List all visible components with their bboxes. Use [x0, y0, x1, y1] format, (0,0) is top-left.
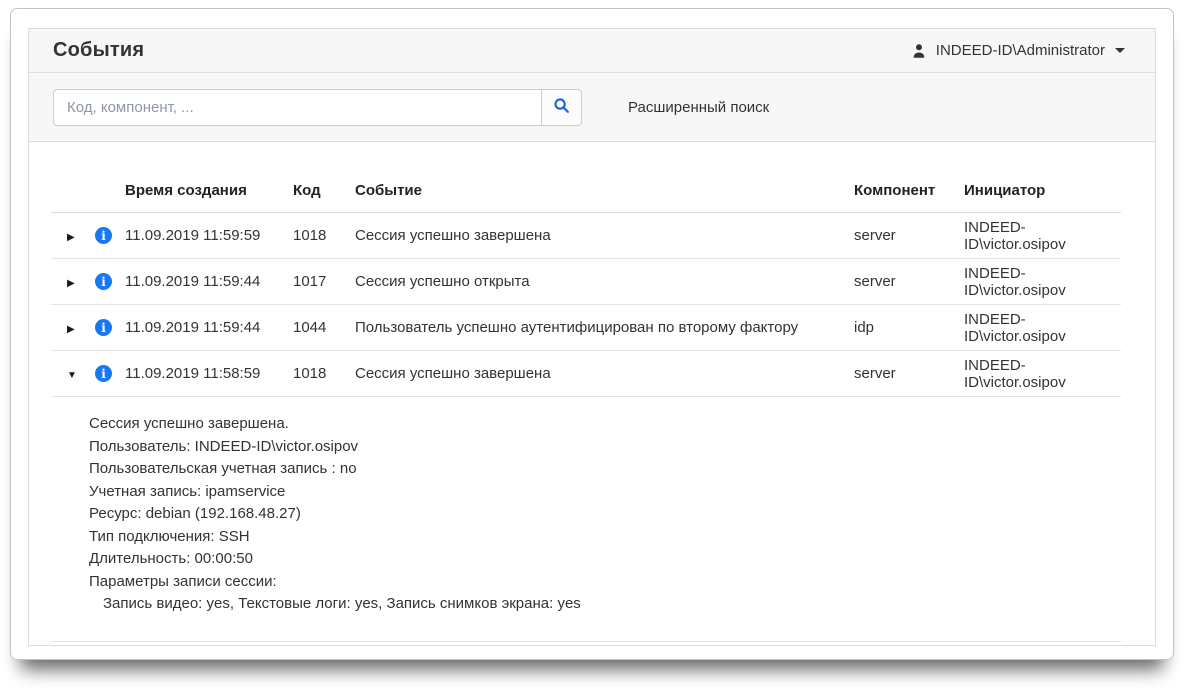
table-row: 11.09.2019 11:58:59 1018 Сессия успешно … [51, 351, 1121, 397]
cell-event: Сессия успешно завершена [355, 227, 854, 244]
app-window: События INDEED-ID\Administrator [10, 8, 1174, 660]
detail-line: Пользователь: INDEED-ID\victor.osipov [89, 436, 1121, 459]
cell-event: Сессия успешно открыта [355, 273, 854, 290]
cell-code: 1017 [293, 273, 355, 290]
info-icon[interactable] [95, 319, 112, 336]
expand-arrow-icon[interactable] [67, 278, 75, 289]
user-menu[interactable]: INDEED-ID\Administrator [910, 42, 1125, 60]
cell-component: server [854, 227, 964, 244]
event-detail: Сессия успешно завершена.Пользователь: I… [51, 397, 1121, 642]
col-header-code: Код [293, 182, 355, 199]
info-icon[interactable] [95, 365, 112, 382]
cell-component: server [854, 273, 964, 290]
cell-component: server [854, 365, 964, 382]
col-header-event: Событие [355, 182, 854, 199]
cell-initiator: INDEED-ID\victor.osipov [964, 357, 1121, 391]
detail-line: Длительность: 00:00:50 [89, 548, 1121, 571]
detail-line: Сессия успешно завершена. [89, 413, 1121, 436]
cell-code: 1018 [293, 227, 355, 244]
user-icon [910, 42, 928, 60]
page-header: События INDEED-ID\Administrator [29, 29, 1155, 73]
search-button[interactable] [541, 89, 582, 126]
table-header: Время создания Код Событие Компонент Ини… [51, 169, 1121, 213]
user-menu-label: INDEED-ID\Administrator [936, 42, 1105, 59]
cell-initiator: INDEED-ID\victor.osipov [964, 219, 1121, 253]
cell-component: idp [854, 319, 964, 336]
cell-time: 11.09.2019 11:59:44 [125, 273, 293, 290]
detail-line: Тип подключения: SSH [89, 526, 1121, 549]
events-table: Время создания Код Событие Компонент Ини… [29, 142, 1155, 642]
expand-arrow-icon[interactable] [67, 324, 75, 335]
detail-line: Пользовательская учетная запись : no [89, 458, 1121, 481]
advanced-search-link[interactable]: Расширенный поиск [628, 99, 769, 116]
cell-initiator: INDEED-ID\victor.osipov [964, 265, 1121, 299]
events-panel: События INDEED-ID\Administrator [28, 28, 1156, 646]
expand-arrow-icon[interactable] [67, 232, 75, 243]
cell-initiator: INDEED-ID\victor.osipov [964, 311, 1121, 345]
cell-time: 11.09.2019 11:58:59 [125, 365, 293, 382]
chevron-down-icon [1115, 48, 1125, 53]
table-row: 11.09.2019 11:59:44 1017 Сессия успешно … [51, 259, 1121, 305]
search-icon [553, 97, 570, 117]
table-row: 11.09.2019 11:59:59 1018 Сессия успешно … [51, 213, 1121, 259]
cell-code: 1044 [293, 319, 355, 336]
col-header-component: Компонент [854, 182, 964, 199]
table-row: 11.09.2019 11:59:44 1044 Пользователь ус… [51, 305, 1121, 351]
search-input[interactable] [53, 89, 541, 126]
info-icon[interactable] [95, 227, 112, 244]
cell-time: 11.09.2019 11:59:44 [125, 319, 293, 336]
col-header-initiator: Инициатор [964, 182, 1121, 199]
detail-line-indented: Запись видео: yes, Текстовые логи: yes, … [89, 593, 1121, 616]
cell-time: 11.09.2019 11:59:59 [125, 227, 293, 244]
cell-event: Пользователь успешно аутентифицирован по… [355, 319, 854, 336]
cell-event: Сессия успешно завершена [355, 365, 854, 382]
search-bar: Расширенный поиск [29, 73, 1155, 142]
expand-arrow-icon[interactable] [67, 370, 77, 381]
cell-code: 1018 [293, 365, 355, 382]
page-title: События [53, 39, 144, 62]
detail-line: Параметры записи сессии: [89, 571, 1121, 594]
info-icon[interactable] [95, 273, 112, 290]
detail-line: Учетная запись: ipamservice [89, 481, 1121, 504]
col-header-time: Время создания [125, 182, 293, 199]
detail-line: Ресурс: debian (192.168.48.27) [89, 503, 1121, 526]
table-body: 11.09.2019 11:59:59 1018 Сессия успешно … [51, 213, 1121, 642]
